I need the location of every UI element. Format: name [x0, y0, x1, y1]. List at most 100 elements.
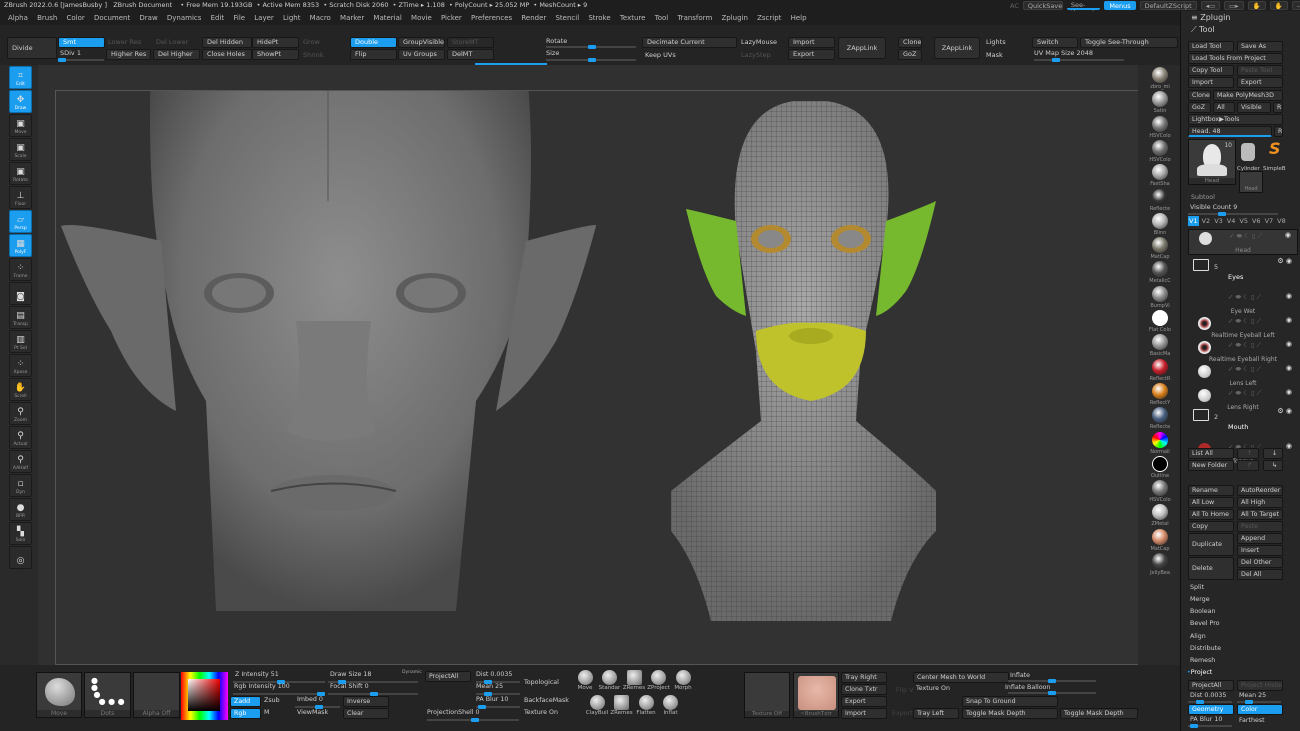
menu-alpha[interactable]: Alpha — [8, 14, 28, 22]
shelf-polyf-button[interactable]: ▦ PolyF — [9, 234, 32, 257]
version-v6-button[interactable]: V6 — [1251, 216, 1262, 226]
menu-render[interactable]: Render — [521, 14, 546, 22]
shelf-draw-button[interactable]: ✥ Draw — [9, 90, 32, 113]
layout-right-icon[interactable]: ▭▸ — [1224, 1, 1244, 10]
shelf-xpose-button[interactable]: ⁘ Xpose — [9, 354, 32, 377]
menu-zscript[interactable]: Zscript — [757, 14, 781, 22]
rgb-intensity-slider[interactable]: Rgb Intensity 100 — [230, 683, 290, 690]
brush-item[interactable]: Move — [573, 670, 597, 691]
tool-thumb-head[interactable]: 10 Head — [1188, 139, 1236, 185]
focal-shift-slider[interactable]: Focal Shift 0 — [326, 683, 369, 690]
brush-item[interactable]: ZRemes — [610, 695, 634, 716]
material-item[interactable]: Blinn — [1145, 212, 1175, 236]
clone-tool-button[interactable]: Clone — [1188, 90, 1211, 101]
material-item[interactable]: MatCap — [1145, 237, 1175, 260]
redo-arrow-icon[interactable]: ↱ — [1237, 460, 1259, 471]
all-high-button[interactable]: All High — [1237, 497, 1283, 508]
menu-movie[interactable]: Movie — [411, 14, 432, 22]
brush-item[interactable]: Flatten — [634, 695, 658, 716]
shelf-zoom-button[interactable]: ⚲ Zoom — [9, 402, 32, 425]
smt-button[interactable]: Smt — [58, 37, 105, 48]
shelf-floor-button[interactable]: ⊥ Floor — [9, 186, 32, 209]
menu-help[interactable]: Help — [791, 14, 807, 22]
paste-tool-button[interactable]: Paste Tool — [1237, 65, 1283, 76]
copy-tool-button[interactable]: Copy Tool — [1188, 65, 1234, 76]
subtool-item[interactable]: 5 Eyes ⚙ ◉ — [1188, 257, 1298, 285]
load-tool-button[interactable]: Load Tool — [1188, 41, 1234, 52]
menu-material[interactable]: Material — [373, 14, 401, 22]
menu-tool[interactable]: Tool — [655, 14, 669, 22]
folder-icon[interactable] — [1193, 409, 1209, 421]
brush-selector[interactable]: Move — [36, 672, 82, 718]
material-item[interactable]: JellyBea — [1145, 553, 1175, 576]
decimate-current-button[interactable]: Decimate Current — [642, 37, 737, 48]
draw-size-slider[interactable]: Draw Size 18 — [326, 671, 371, 678]
shelf-scale-button[interactable]: ▣ Scale — [9, 138, 32, 161]
zadd-toggle[interactable]: Zadd — [230, 696, 261, 707]
color-toggle[interactable]: Color — [1237, 704, 1283, 715]
toggle-mask-depth-2-button[interactable]: Toggle Mask Depth — [1060, 708, 1138, 719]
shelf-actual-button[interactable]: ⚲ Actual — [9, 426, 32, 449]
menu-preferences[interactable]: Preferences — [471, 14, 512, 22]
visible-count-slider[interactable]: Visible Count 9 — [1186, 204, 1237, 211]
menu-stroke[interactable]: Stroke — [588, 14, 610, 22]
quicksave-button[interactable]: QuickSave — [1022, 1, 1063, 10]
projection-shell-slider[interactable]: ProjectionShell 0 — [423, 709, 480, 716]
m-toggle[interactable]: M — [260, 709, 269, 716]
material-item[interactable]: HSVColo — [1145, 139, 1175, 163]
boolean-section[interactable]: Boolean — [1186, 608, 1216, 615]
zapplink-button[interactable]: ZAppLink — [838, 37, 886, 59]
dist-slider[interactable]: Dist 0.0035 — [1186, 692, 1226, 699]
gear-eye-icon[interactable]: ⚙ ◉ — [1277, 407, 1292, 415]
eye-icon[interactable]: ◉ — [1285, 231, 1291, 239]
sculpt-canvas[interactable] — [56, 61, 1141, 666]
projectall-button[interactable]: ProjectAll — [1188, 680, 1234, 691]
menu-macro[interactable]: Macro — [310, 14, 331, 22]
farthest-toggle[interactable]: Farthest — [1235, 717, 1265, 724]
size-slider[interactable] — [546, 58, 636, 62]
projection-shell-track[interactable] — [427, 718, 519, 722]
grow-button[interactable]: Grow — [303, 38, 320, 46]
z-intensity-slider[interactable]: Z Intensity 51 — [231, 671, 279, 678]
shelf-frame-button[interactable]: ⁘ Frame — [9, 258, 32, 281]
mask-label[interactable]: Mask — [986, 51, 1003, 59]
menus-button[interactable]: Menus — [1104, 1, 1136, 10]
import-txtr-button[interactable]: Import — [841, 708, 887, 719]
list-all-button[interactable]: List All — [1188, 448, 1234, 459]
canvas-frame[interactable] — [55, 61, 1141, 666]
geometry-toggle[interactable]: Geometry — [1188, 704, 1234, 715]
menu-brush[interactable]: Brush — [37, 14, 57, 22]
palette-icon[interactable]: ✋ — [1247, 1, 1266, 10]
remesh-section[interactable]: Remesh — [1186, 657, 1215, 664]
menu-light[interactable]: Light — [283, 14, 300, 22]
brush-item[interactable]: Standar — [598, 670, 622, 691]
material-item[interactable]: Reflecte — [1145, 188, 1175, 212]
shrink-button[interactable]: Shrink — [303, 51, 324, 59]
groupvisible-button[interactable]: GroupVisible — [398, 37, 445, 48]
shelf-scroll-button[interactable]: ✋ Scroll — [9, 378, 32, 401]
align-section[interactable]: Align — [1186, 633, 1206, 640]
autoreorder-button[interactable]: AutoReorder — [1237, 485, 1283, 496]
goz-visible-button[interactable]: Visible — [1237, 102, 1271, 113]
version-v1-button[interactable]: V1 — [1188, 216, 1199, 226]
shelf-edit-button[interactable]: ⌗ Edit — [9, 66, 32, 89]
close-holes-button[interactable]: Close Holes — [202, 49, 252, 60]
see-through-slider[interactable]: See-through 0 — [1066, 1, 1101, 25]
subtool-toggles-icon[interactable]: ✓ ⬬ ☾ ▯ ⟋ — [1228, 389, 1261, 398]
material-item[interactable]: Flat Colo — [1145, 310, 1175, 333]
sdiv-slider[interactable]: SDiv 1 — [60, 49, 81, 57]
shelf-rotate-button[interactable]: ▣ Rotate — [9, 162, 32, 185]
load-tools-from-project-button[interactable]: Load Tools From Project — [1188, 53, 1283, 64]
zsub-toggle[interactable]: Zsub — [260, 697, 280, 704]
focal-shift-track[interactable] — [328, 692, 418, 696]
del-all-button[interactable]: Del All — [1237, 569, 1283, 580]
head-r-button[interactable]: R — [1274, 126, 1283, 137]
viewmask-toggle[interactable]: ViewMask — [293, 709, 328, 716]
flip-v-button[interactable]: Flip V — [892, 687, 913, 694]
brush-item[interactable]: Inflat — [659, 695, 683, 716]
menu-color[interactable]: Color — [66, 14, 84, 22]
menu-transform[interactable]: Transform — [677, 14, 712, 22]
all-low-button[interactable]: All Low — [1188, 497, 1234, 508]
version-v7-button[interactable]: V7 — [1264, 216, 1275, 226]
uv-map-size-slider[interactable] — [1034, 58, 1124, 62]
